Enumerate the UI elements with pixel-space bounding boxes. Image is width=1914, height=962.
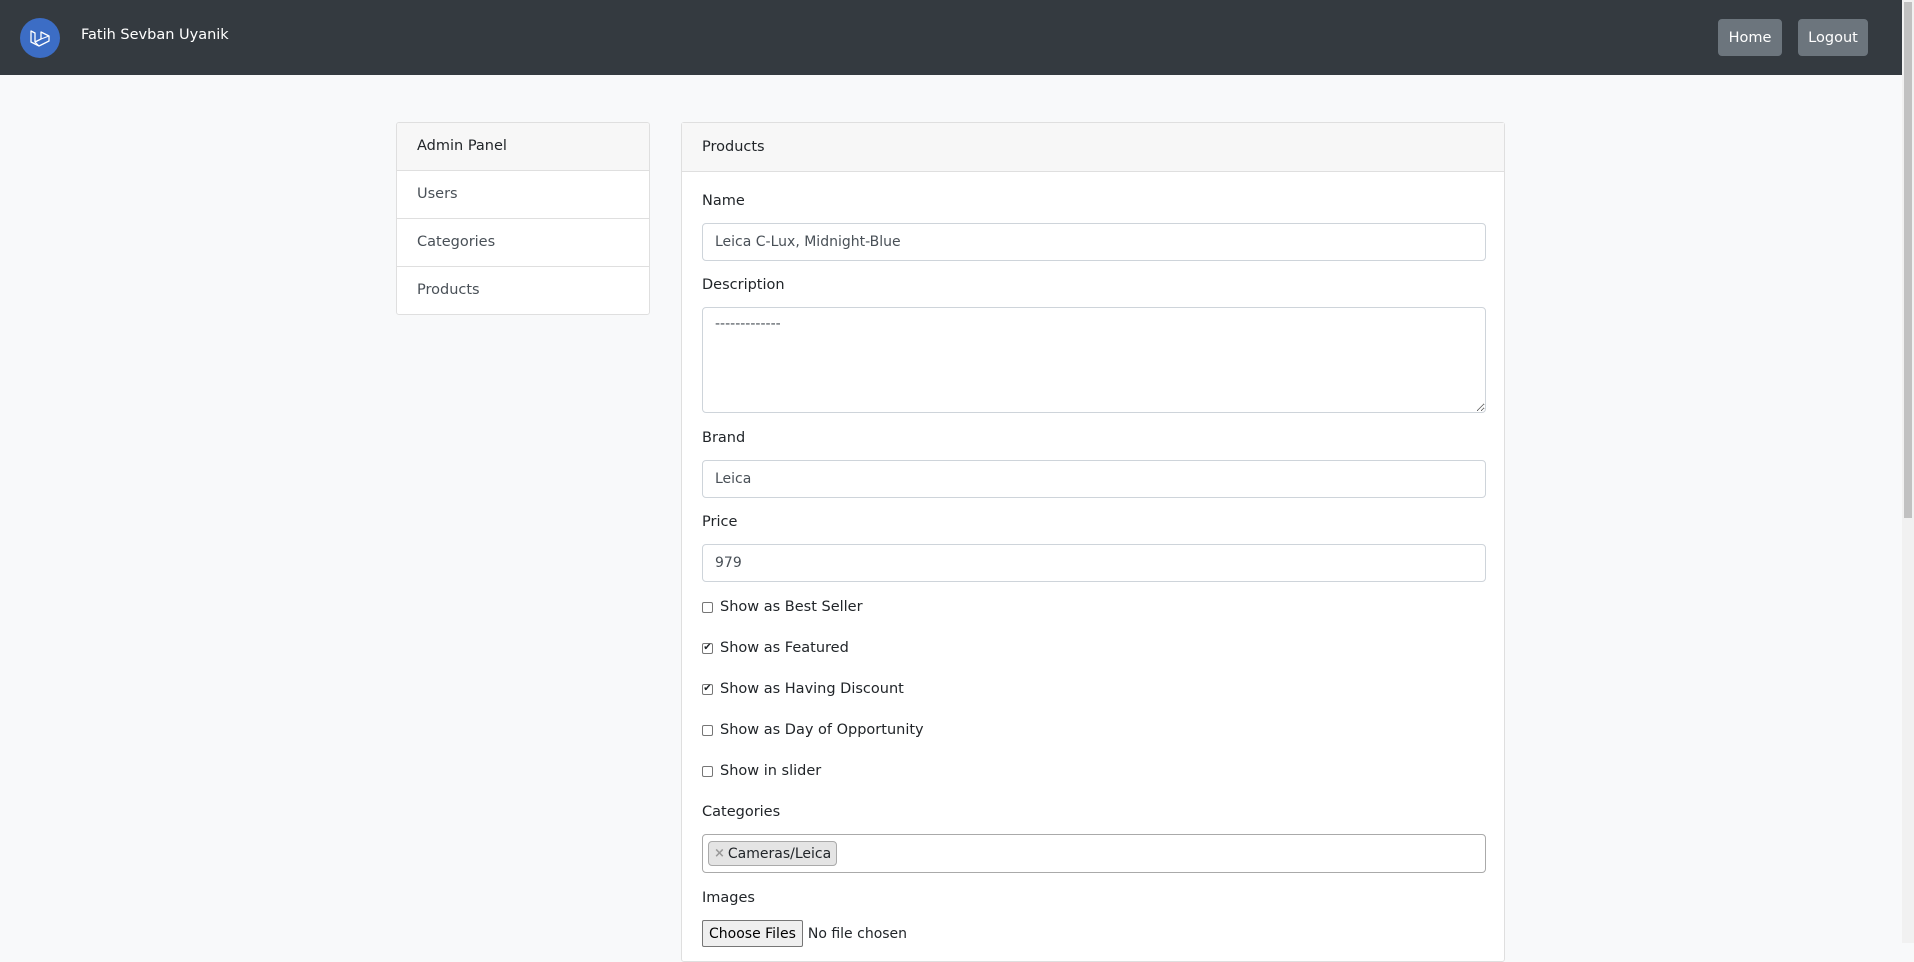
page-scrollbar[interactable]	[1902, 0, 1914, 943]
best-seller-label[interactable]: Show as Best Seller	[720, 599, 863, 615]
laravel-logo-icon[interactable]	[20, 18, 60, 58]
best-seller-checkbox[interactable]	[702, 601, 713, 613]
admin-sidebar: Admin Panel Users Categories Products	[396, 122, 650, 315]
home-button[interactable]: Home	[1718, 19, 1782, 56]
category-tag-label: Cameras/Leica	[727, 845, 832, 862]
logout-button[interactable]: Logout	[1798, 19, 1868, 56]
discount-checkbox-row[interactable]: ✔ Show as Having Discount	[702, 681, 904, 697]
scrollbar-thumb[interactable]	[1904, 2, 1912, 518]
brand-input[interactable]	[702, 460, 1486, 498]
discount-checkbox[interactable]: ✔	[702, 683, 713, 695]
price-label: Price	[702, 514, 738, 530]
featured-label[interactable]: Show as Featured	[720, 640, 849, 656]
sidebar-item-users[interactable]: Users	[397, 171, 649, 219]
no-file-text: No file chosen	[807, 925, 908, 942]
sidebar-header: Admin Panel	[397, 123, 649, 171]
product-form-card: Products Name Description ------------- …	[681, 122, 1505, 962]
top-navbar: Fatih Sevban Uyanik Home Logout	[0, 0, 1902, 75]
brand-label: Brand	[702, 430, 746, 446]
day-of-opportunity-checkbox[interactable]	[702, 724, 713, 736]
description-label: Description	[702, 277, 785, 293]
discount-label[interactable]: Show as Having Discount	[720, 681, 904, 697]
slider-checkbox[interactable]	[702, 765, 713, 777]
featured-checkbox[interactable]: ✔	[702, 642, 713, 654]
price-input[interactable]	[702, 544, 1486, 582]
description-textarea[interactable]: -------------	[702, 307, 1486, 413]
brand-name[interactable]: Fatih Sevban Uyanik	[81, 27, 229, 43]
name-label: Name	[702, 193, 745, 209]
categories-multiselect[interactable]: × Cameras/Leica	[702, 834, 1486, 873]
slider-checkbox-row[interactable]: Show in slider	[702, 763, 821, 779]
category-tag[interactable]: × Cameras/Leica	[708, 841, 838, 866]
name-input[interactable]	[702, 223, 1486, 261]
slider-label[interactable]: Show in slider	[720, 763, 821, 779]
categories-label: Categories	[702, 804, 781, 820]
sidebar-item-categories[interactable]: Categories	[397, 219, 649, 267]
featured-checkbox-row[interactable]: ✔ Show as Featured	[702, 640, 849, 656]
sidebar-item-products[interactable]: Products	[397, 267, 649, 314]
form-header: Products	[682, 123, 1504, 172]
remove-tag-icon[interactable]: ×	[714, 846, 725, 861]
day-of-opportunity-label[interactable]: Show as Day of Opportunity	[720, 722, 924, 738]
best-seller-checkbox-row[interactable]: Show as Best Seller	[702, 599, 863, 615]
images-label: Images	[702, 890, 755, 906]
day-of-opportunity-checkbox-row[interactable]: Show as Day of Opportunity	[702, 722, 924, 738]
